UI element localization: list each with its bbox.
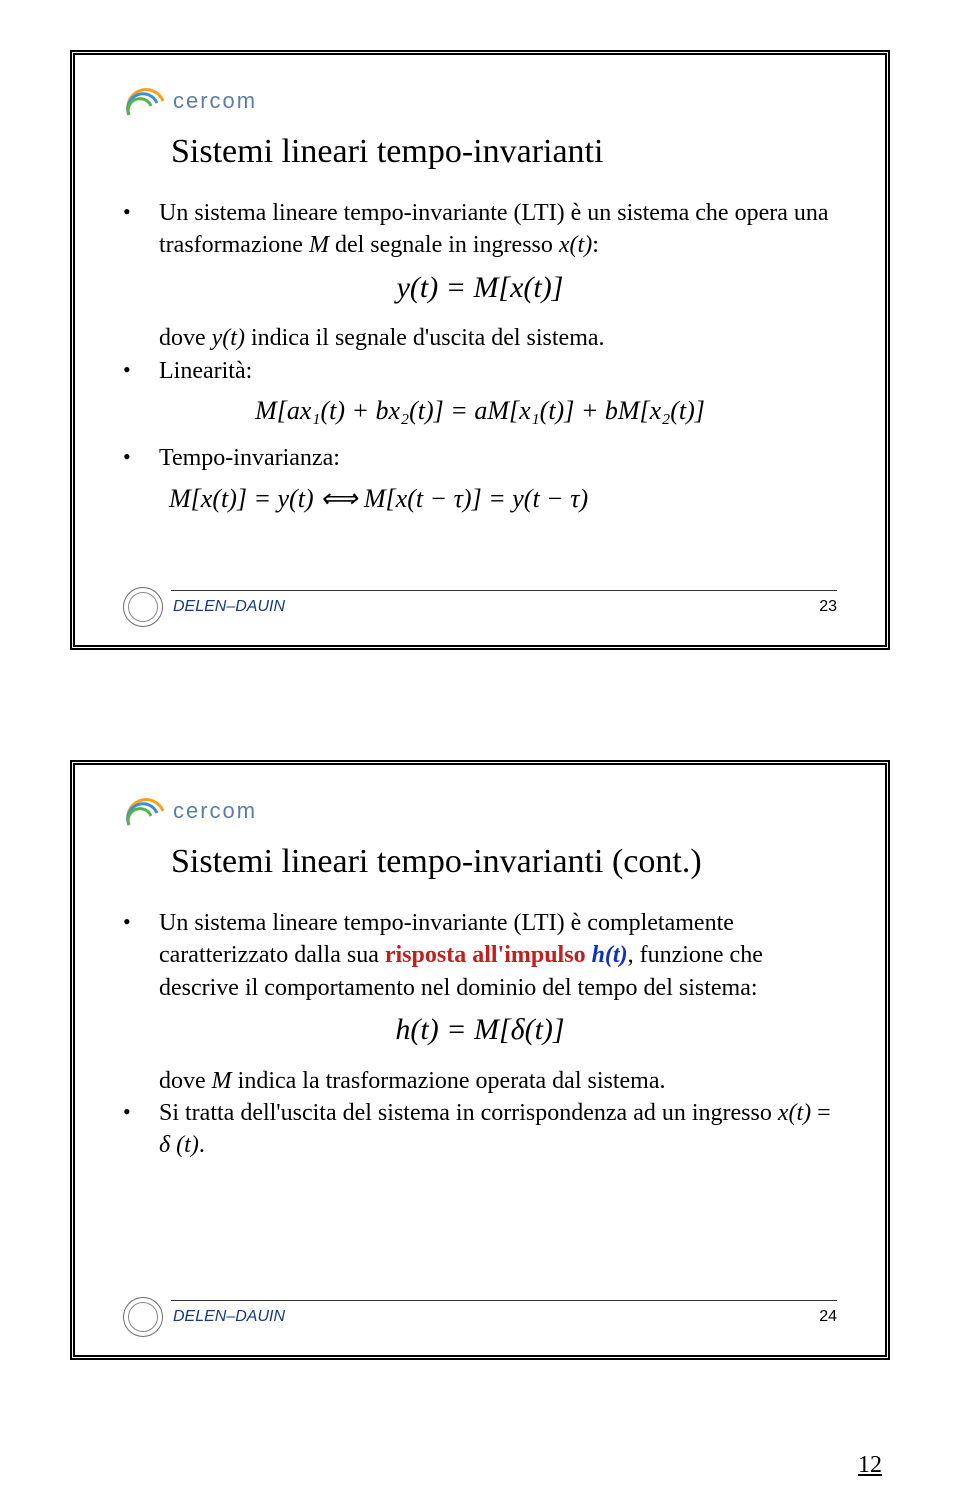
text: indica la trasformazione operata dal sis… (232, 1068, 666, 1094)
logo-row: cercom (123, 79, 837, 123)
bullet-item: • Si tratta dell'uscita del sistema in c… (123, 1097, 837, 1162)
page-container: cercom Sistemi lineari tempo-invarianti … (0, 0, 960, 1505)
equation: y(t) = M[x(t)] (123, 268, 837, 309)
logo-text: cercom (173, 88, 257, 114)
bullet-item: • Un sistema lineare tempo-invariante (L… (123, 197, 837, 262)
risposta-text: risposta all'impulso (385, 942, 586, 968)
text: δ (159, 1132, 176, 1158)
bullet-cont: dove M indica la trasformazione operata … (159, 1065, 837, 1097)
equation: h(t) = M[δ(t)] (123, 1010, 837, 1051)
slide-footer: DELEN–DAUIN 23 (123, 587, 837, 627)
footer-left: DELEN–DAUIN (123, 587, 285, 627)
bullet-text: Un sistema lineare tempo-invariante (LTI… (159, 197, 837, 262)
seal-icon (123, 1297, 163, 1337)
bullet-mark-icon: • (123, 907, 159, 937)
text: indica il segnale d'uscita del sistema. (245, 325, 605, 351)
text: x(t) (559, 232, 592, 258)
footer-left: DELEN–DAUIN (123, 1297, 285, 1337)
bullet-text: Si tratta dell'uscita del sistema in cor… (159, 1097, 837, 1162)
text: (t) (176, 1132, 199, 1158)
ht-text: h(t) (592, 942, 628, 968)
page-number: 12 (858, 1452, 882, 1479)
equation: M[x(t)] = y(t) ⟺ M[x(t − τ)] = y(t − τ) (169, 481, 837, 516)
bullet-text: Un sistema lineare tempo-invariante (LTI… (159, 907, 837, 1004)
slide-footer: DELEN–DAUIN 24 (123, 1297, 837, 1337)
text: y(t) (212, 325, 245, 351)
text: . (199, 1132, 205, 1158)
bullet-cont: dove y(t) indica il segnale d'uscita del… (159, 322, 837, 354)
slide-number: 23 (819, 598, 837, 616)
bullet-text: Linearità: (159, 355, 837, 387)
text: dove (159, 1068, 212, 1094)
slide-content: • Un sistema lineare tempo-invariante (L… (123, 907, 837, 1162)
text: Si tratta dell'uscita del sistema in cor… (159, 1100, 778, 1126)
slide-title: Sistemi lineari tempo-invarianti (cont.) (171, 843, 837, 881)
slide-1: cercom Sistemi lineari tempo-invarianti … (70, 50, 890, 650)
text: M (309, 232, 329, 258)
logo-row: cercom (123, 789, 837, 833)
bullet-item: • Linearità: (123, 355, 837, 387)
equation: M[ax₁(t) + bx₂(t)] = aM[x₁(t)] + bM[x₂(t… (123, 393, 837, 428)
bullet-mark-icon: • (123, 355, 159, 385)
bullet-mark-icon: • (123, 442, 159, 472)
slide-title: Sistemi lineari tempo-invarianti (171, 133, 837, 171)
bullet-mark-icon: • (123, 1097, 159, 1127)
bullet-item: • Tempo-invarianza: (123, 442, 837, 474)
logo-arc-icon (123, 81, 167, 121)
text: : (592, 232, 599, 258)
bullet-text: Tempo-invarianza: (159, 442, 837, 474)
footer-label: DELEN–DAUIN (173, 598, 285, 616)
logo-text: cercom (173, 798, 257, 824)
text: dove (159, 325, 212, 351)
slide-number: 24 (819, 1308, 837, 1326)
bullet-mark-icon: • (123, 197, 159, 227)
text: x(t) (778, 1100, 811, 1126)
footer-label: DELEN–DAUIN (173, 1308, 285, 1326)
bullet-item: • Un sistema lineare tempo-invariante (L… (123, 907, 837, 1004)
slide-content: • Un sistema lineare tempo-invariante (L… (123, 197, 837, 516)
seal-icon (123, 587, 163, 627)
text: del segnale in ingresso (329, 232, 559, 258)
logo-arc-icon (123, 791, 167, 831)
text: = (811, 1100, 831, 1126)
slide-2: cercom Sistemi lineari tempo-invarianti … (70, 760, 890, 1360)
text: M (212, 1068, 232, 1094)
